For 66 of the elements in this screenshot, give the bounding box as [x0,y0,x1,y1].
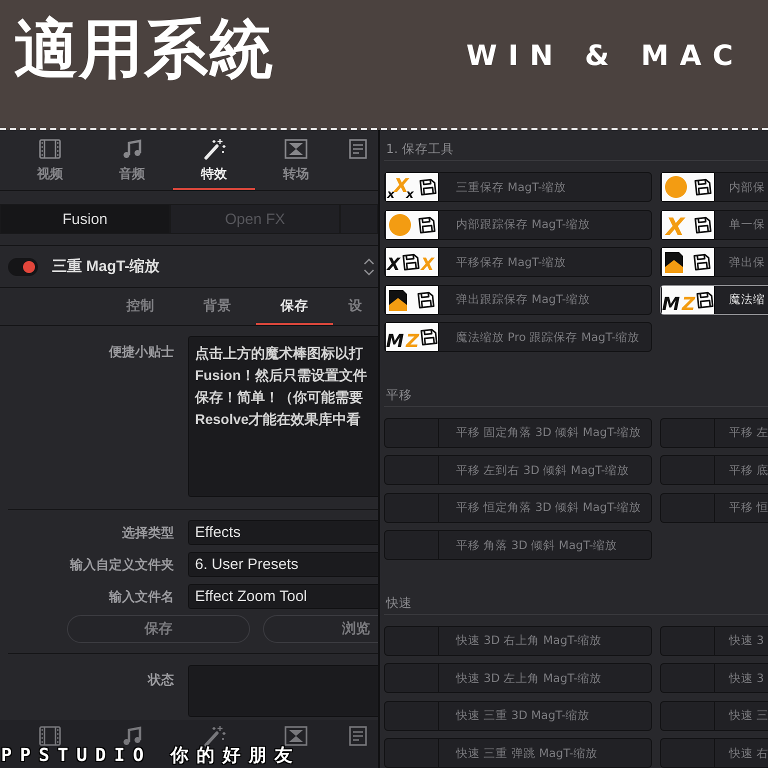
sub-tab[interactable]: 设 [333,288,378,325]
panel-tab[interactable]: 视频 [9,130,91,190]
tip-text: 保存！简单！（你可能需要 [195,388,363,407]
section-title: 平移 [385,386,412,404]
browse-button[interactable]: 浏览 [263,615,378,643]
mode-tab[interactable]: Fusion [0,204,170,234]
preset-button[interactable]: 快速 右 [660,738,768,768]
preset-button[interactable]: MZ 魔法缩放 Pro 跟踪保存 MagT-缩放 [384,322,652,352]
preset-button[interactable]: 平移 角落 3D 倾斜 MagT-缩放 [384,530,652,560]
thumbnail-drawing [662,173,714,201]
node-title: 三重 MagT-缩放 [52,257,160,276]
input-field[interactable]: Effects [188,520,378,545]
preset-button[interactable]: MZ 魔法缩 [660,284,768,314]
preset-button[interactable]: 弹出保 [660,247,768,277]
section-title: 1. 保存工具 [385,140,454,158]
hourglass-frame-icon[interactable] [283,725,309,747]
panel-tab[interactable]: 特效 [173,130,255,190]
preset-button[interactable]: 内部跟踪保存 MagT-缩放 [384,210,652,240]
preset-button[interactable]: X X 平移保存 MagT-缩放 [384,247,652,277]
up-down-chevron-icon[interactable] [362,256,376,278]
preset-button[interactable]: 快速 3D 左上角 MagT-缩放 [384,663,652,693]
input-field[interactable]: Effect Zoom Tool [188,584,378,609]
preset-button[interactable]: 快速 3 [660,626,768,656]
platform-label: WIN & MAC [466,38,744,74]
preset-button[interactable]: 快速 三重 弹跳 MagT-缩放 [384,738,652,768]
preset-button[interactable]: 快速 三 [660,700,768,730]
save-button[interactable]: 保存 [67,615,250,643]
tip-text: Fusion！然后只需设置文件 [195,366,367,385]
preset-button[interactable]: 平移 左到右 3D 倾斜 MagT-缩放 [384,455,652,485]
field-label: 选择类型 [122,524,174,542]
preset-button[interactable]: 内部保 [660,172,768,202]
toggle-switch[interactable] [8,258,38,276]
thumbnail-drawing: X X [386,248,438,276]
panel-tab[interactable]: 音频 [91,130,173,190]
input-field[interactable]: 6. User Presets [188,552,378,577]
panel-tab[interactable]: 转场 [255,130,337,190]
preset-button[interactable]: 平移 恒定角落 3D 倾斜 MagT-缩放 [384,492,652,522]
film-strip-icon [37,138,63,160]
promo-title: 適用系統 [14,12,274,88]
sub-tab[interactable]: 控制 [102,288,179,325]
preset-button[interactable]: 平移 恒 [660,492,768,522]
preset-button[interactable]: 平移 左 [660,418,768,448]
preset-button[interactable]: 平移 固定角落 3D 倾斜 MagT-缩放 [384,418,652,448]
section-title: 快速 [384,594,412,612]
thumbnail-drawing [386,210,438,238]
thumbnail-drawing [662,248,714,276]
thumbnail-drawing: MZ [662,286,714,314]
tip-text: Resolve才能在效果库中看 [195,410,361,429]
preset-button[interactable]: 快速 3D 右上角 MagT-缩放 [384,626,652,656]
film-strip-icon[interactable] [37,725,63,747]
thumbnail-drawing: MZ [386,323,438,351]
field-label: 输入文件名 [109,588,174,606]
preset-button[interactable]: 弹出跟踪保存 MagT-缩放 [384,284,652,314]
preset-button[interactable]: 快速 三重 3D MagT-缩放 [384,700,652,730]
preset-button[interactable]: X 单一保 [660,210,768,240]
thumbnail-drawing: X [662,210,714,238]
tip-text: 点击上方的魔术棒图标以打 [195,344,363,363]
brand-caption: PPSTUDIO 你的好朋友 [1,745,301,767]
thumbnail-drawing [386,286,438,314]
field-label: 输入自定义文件夹 [70,556,174,574]
field-label: 便捷小贴士 [109,344,174,361]
sub-tab[interactable]: 背景 [179,288,256,325]
preset-button[interactable]: 平移 底 [660,455,768,485]
hourglass-frame-icon [283,138,309,160]
preset-button[interactable]: 快速 3 [660,663,768,693]
field-label: 状态 [148,672,174,689]
